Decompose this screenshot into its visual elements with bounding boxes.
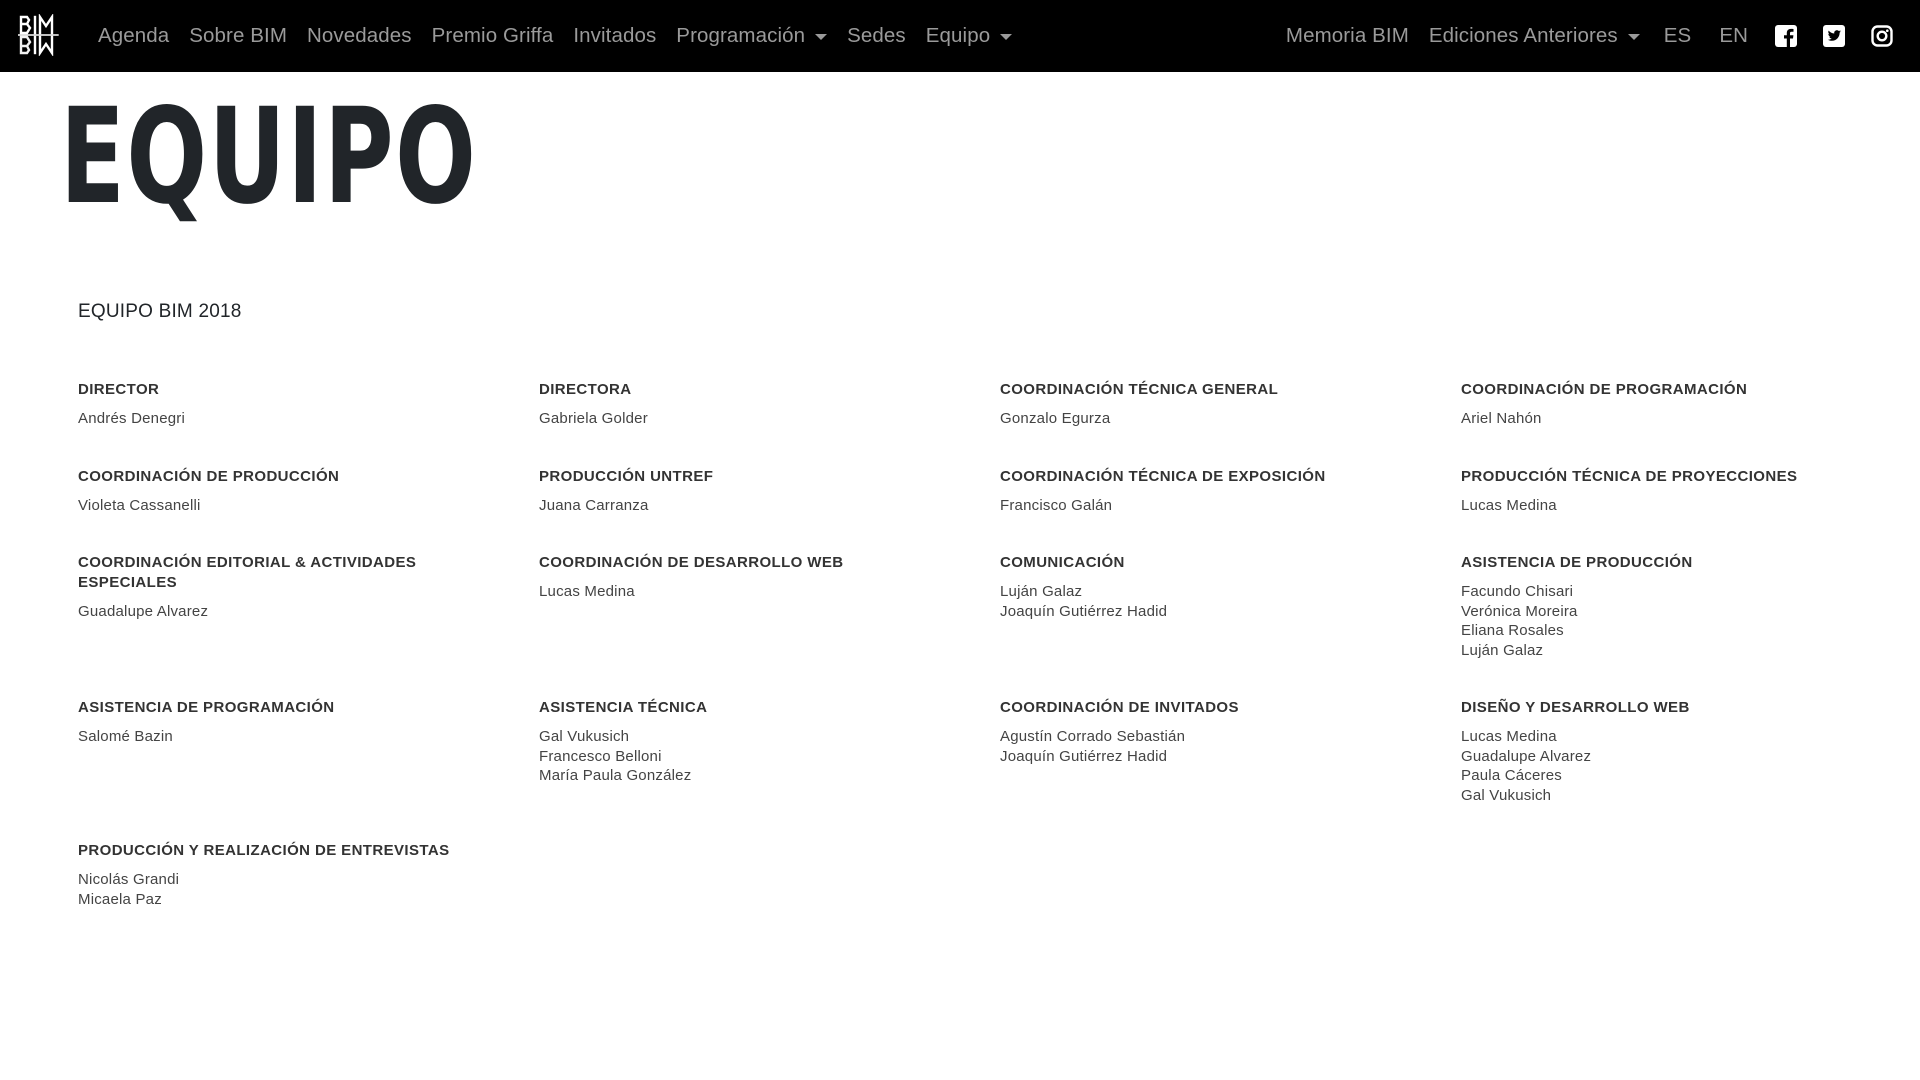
nav-label: Equipo bbox=[925, 24, 991, 47]
secondary-nav: Memoria BIM Ediciones Anteriores ES EN bbox=[1276, 0, 1906, 72]
team-member-name: Eliana Rosales bbox=[1461, 622, 1564, 639]
team-member-name: Agustín Corrado Sebastián bbox=[1000, 728, 1186, 745]
role-title: COORDINACIÓN DE PRODUCCIÓN bbox=[78, 468, 340, 485]
role-title: DIRECTOR bbox=[78, 381, 160, 398]
team-member-name: Gal Vukusich bbox=[539, 728, 630, 745]
team-role: ASISTENCIA DE PROGRAMACIÓN Salomé Bazin bbox=[78, 698, 518, 747]
lang-en-link[interactable]: EN bbox=[1705, 24, 1762, 48]
team-role: COORDINACIÓN DE PROGRAMACIÓN Ariel Nahón bbox=[1461, 380, 1901, 429]
team-role: ASISTENCIA DE PRODUCCIÓN Facundo Chisari V… bbox=[1461, 553, 1901, 660]
nav-novedades[interactable]: Novedades bbox=[297, 24, 422, 48]
nav-label: EN bbox=[1719, 24, 1748, 47]
team-member-name: Lucas Medina bbox=[1461, 728, 1557, 745]
team-member-name: María Paula González bbox=[539, 767, 692, 784]
nav-label: Novedades bbox=[307, 24, 412, 47]
nav-memoria-bim[interactable]: Memoria BIM bbox=[1276, 24, 1419, 48]
nav-ediciones-anteriores-dropdown[interactable]: Ediciones Anteriores bbox=[1419, 24, 1650, 48]
bim-logo[interactable] bbox=[17, 13, 60, 57]
role-title: COORDINACIÓN EDITORIAL & ACTIVIDADES ESP… bbox=[78, 554, 417, 591]
team-member-name: Salomé Bazin bbox=[78, 728, 173, 745]
role-title: PRODUCCIÓN Y REALIZACIÓN DE ENTREVISTAS bbox=[78, 842, 450, 859]
page-title: EQUIPO bbox=[60, 80, 478, 234]
facebook-icon[interactable] bbox=[1773, 23, 1799, 49]
team-role: COORDINACIÓN DE DESARROLLO WEB Lucas Medi… bbox=[539, 553, 979, 602]
nav-label: ES bbox=[1663, 24, 1692, 47]
nav-premio-griffa[interactable]: Premio Griffa bbox=[422, 24, 564, 48]
role-title: COMUNICACIÓN bbox=[1000, 554, 1125, 571]
caret-down-icon bbox=[815, 34, 828, 40]
team-member-name: Nicolás Grandi bbox=[78, 871, 180, 888]
lang-es-link[interactable]: ES bbox=[1650, 24, 1706, 48]
nav-sedes[interactable]: Sedes bbox=[837, 24, 916, 48]
caret-down-icon bbox=[1627, 34, 1640, 40]
team-member-name: Lucas Medina bbox=[1461, 497, 1557, 514]
team-member-name: Gonzalo Egurza bbox=[1000, 410, 1111, 427]
team-member-name: Francisco Galán bbox=[1000, 497, 1113, 514]
team-member-name: Micaela Paz bbox=[78, 890, 162, 908]
team-member-name: Ariel Nahón bbox=[1461, 410, 1542, 427]
team-role: COORDINACIÓN DE PRODUCCIÓN Violeta Cassan… bbox=[78, 467, 518, 516]
nav-label: Programación bbox=[676, 24, 806, 47]
nav-label: Sobre BIM bbox=[189, 24, 288, 47]
main-nav: Agenda Sobre BIM Novedades Premio Griffa… bbox=[88, 0, 1022, 72]
role-title: COORDINACIÓN DE INVITADOS bbox=[1000, 699, 1239, 716]
nav-label: Invitados bbox=[573, 24, 657, 47]
nav-agenda[interactable]: Agenda bbox=[88, 24, 179, 48]
role-title: ASISTENCIA DE PROGRAMACIÓN bbox=[78, 699, 335, 716]
team-role: DISEÑO Y DESARROLLO WEB Lucas Medina Guada… bbox=[1461, 698, 1901, 805]
team-role: COORDINACIÓN EDITORIAL & ACTIVIDADES ESP… bbox=[78, 553, 518, 622]
nav-invitados[interactable]: Invitados bbox=[563, 24, 666, 48]
nav-label: Agenda bbox=[98, 24, 170, 47]
team-member-name: Facundo Chisari bbox=[1461, 583, 1574, 600]
nav-programacion-dropdown[interactable]: Programación bbox=[666, 24, 837, 48]
team-member-name: Verónica Moreira bbox=[1461, 602, 1578, 620]
team-role: COORDINACIÓN TÉCNICA GENERAL Gonzalo Egur… bbox=[1000, 380, 1440, 429]
nav-label: Premio Griffa bbox=[431, 24, 554, 47]
role-title: ASISTENCIA DE PRODUCCIÓN bbox=[1461, 554, 1693, 571]
role-title: DISEÑO Y DESARROLLO WEB bbox=[1461, 699, 1690, 716]
team-member-name: Paula Cáceres bbox=[1461, 767, 1562, 784]
team-member-name: Francesco Belloni bbox=[539, 747, 662, 765]
team-role: DIRECTOR Andrés Denegri bbox=[78, 380, 518, 429]
team-role: COORDINACIÓN DE INVITADOS Agustín Corrado… bbox=[1000, 698, 1440, 766]
team-member-name: Luján Galaz bbox=[1461, 641, 1544, 659]
team-member-name: Guadalupe Alvarez bbox=[1461, 747, 1592, 765]
team-role: ASISTENCIA TÉCNICA Gal Vukusich Francesco … bbox=[539, 698, 979, 786]
twitter-icon[interactable] bbox=[1821, 23, 1847, 49]
team-member-name: Joaquín Gutiérrez Hadid bbox=[1000, 747, 1168, 765]
team-role: DIRECTORA Gabriela Golder bbox=[539, 380, 979, 429]
team-member-name: Joaquín Gutiérrez Hadid bbox=[1000, 602, 1168, 620]
team-role: PRODUCCIÓN TÉCNICA DE PROYECCIONES Lucas … bbox=[1461, 467, 1901, 516]
nav-equipo-dropdown[interactable]: Equipo bbox=[916, 24, 1022, 48]
team-member-name: Juana Carranza bbox=[539, 497, 649, 514]
nav-label: Memoria BIM bbox=[1285, 24, 1409, 47]
team-role: PRODUCCIÓN Y REALIZACIÓN DE ENTREVISTAS N… bbox=[78, 841, 518, 909]
team-member-name: Violeta Cassanelli bbox=[78, 497, 201, 514]
role-title: PRODUCCIÓN UNTREF bbox=[539, 468, 714, 485]
nav-label: Sedes bbox=[847, 24, 906, 47]
team-member-name: Andrés Denegri bbox=[78, 410, 186, 427]
role-title: PRODUCCIÓN TÉCNICA DE PROYECCIONES bbox=[1461, 468, 1798, 485]
caret-down-icon bbox=[1000, 34, 1013, 40]
nav-label: Ediciones Anteriores bbox=[1428, 24, 1618, 47]
team-role: COORDINACIÓN TÉCNICA DE EXPOSICIÓN Franci… bbox=[1000, 467, 1440, 516]
role-title: COORDINACIÓN TÉCNICA GENERAL bbox=[1000, 381, 1279, 398]
team-member-name: Guadalupe Alvarez bbox=[78, 603, 209, 620]
role-title: COORDINACIÓN DE PROGRAMACIÓN bbox=[1461, 381, 1748, 398]
team-role: PRODUCCIÓN UNTREF Juana Carranza bbox=[539, 467, 979, 516]
team-role: COMUNICACIÓN Luján Galaz Joaquín Gutiérrez… bbox=[1000, 553, 1440, 621]
top-navbar: Agenda Sobre BIM Novedades Premio Griffa… bbox=[0, 0, 1920, 72]
role-title: DIRECTORA bbox=[539, 381, 632, 398]
team-member-name: Luján Galaz bbox=[1000, 583, 1083, 600]
nav-sobre-bim[interactable]: Sobre BIM bbox=[179, 24, 297, 48]
role-title: COORDINACIÓN TÉCNICA DE EXPOSICIÓN bbox=[1000, 468, 1326, 485]
instagram-icon[interactable] bbox=[1869, 23, 1895, 49]
role-title: COORDINACIÓN DE DESARROLLO WEB bbox=[539, 554, 844, 571]
role-title: ASISTENCIA TÉCNICA bbox=[539, 699, 708, 716]
team-member-name: Gal Vukusich bbox=[1461, 786, 1552, 804]
team-member-name: Gabriela Golder bbox=[539, 410, 648, 427]
team-member-name: Lucas Medina bbox=[539, 583, 635, 600]
section-heading: EQUIPO BIM 2018 bbox=[78, 301, 242, 322]
